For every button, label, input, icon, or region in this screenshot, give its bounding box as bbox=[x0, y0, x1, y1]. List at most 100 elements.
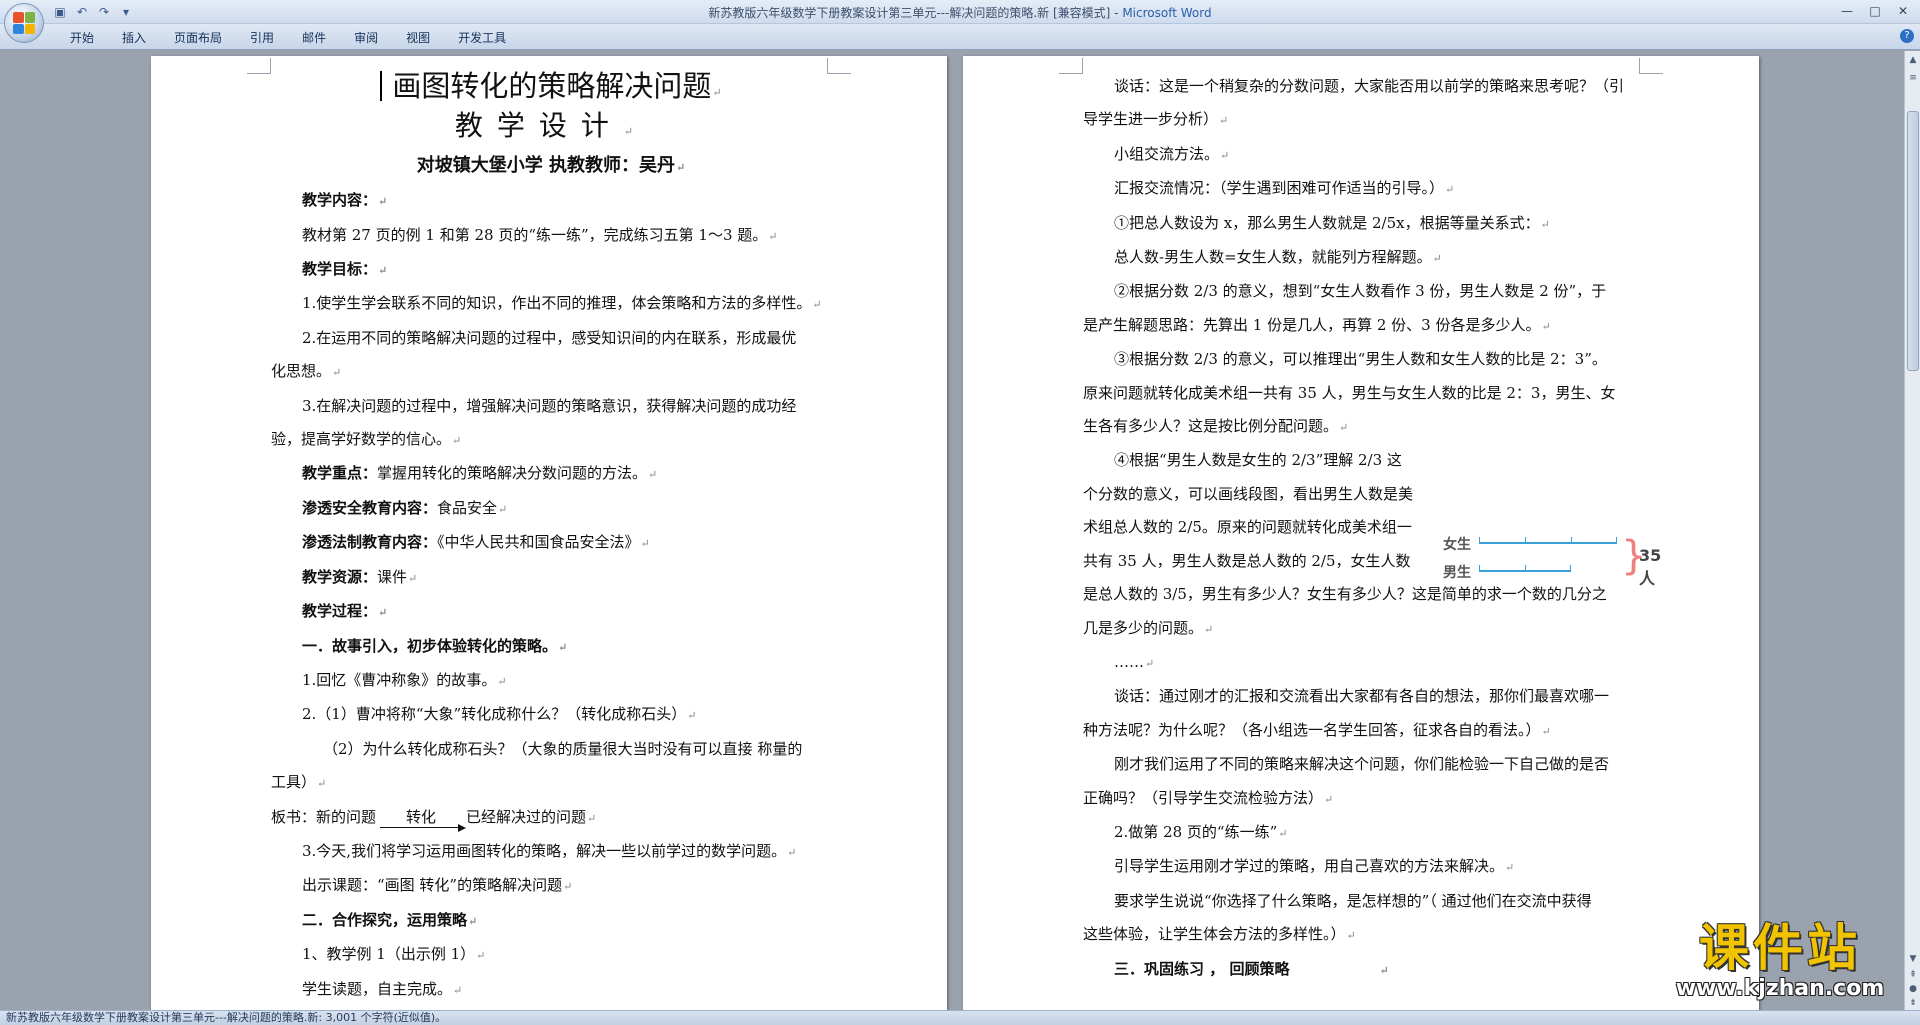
paragraph-text: ④根据“男生人数是女生的 2/3”理解 2/3 这 bbox=[1114, 451, 1402, 470]
paragraph: 刚才我们运用了不同的策略来解决这个问题，你们能检验一下自己做的是否 bbox=[1083, 748, 1643, 781]
document-workspace[interactable]: 画图转化的策略解决问题↵ 教学设计↵ 对坡镇大堡小学 执教教师：吴丹↵ 教学内容… bbox=[0, 51, 1904, 1010]
paragraph: 出示课题：“画图 转化”的策略解决问题↵ bbox=[302, 876, 573, 895]
paragraph-text: 2.在运用不同的策略解决问题的过程中，感受知识间的内在联系，形成最优 bbox=[302, 328, 797, 347]
browse-object-icon[interactable]: ● bbox=[1906, 982, 1920, 996]
doc-author-line: 对坡镇大堡小学 执教教师：吴丹↵ bbox=[416, 154, 686, 176]
margin-corner-mark bbox=[247, 58, 271, 74]
paragraph: 化思想。↵ bbox=[271, 362, 342, 381]
paragraph: ③根据分数 2/3 的意义，可以推理出“男生人数和女生人数的比是 2：3”。 bbox=[1083, 343, 1643, 376]
paragraph-text: 谈话：通过刚才的汇报和交流看出大家都有各自的想法，那你们最喜欢哪一 bbox=[1114, 687, 1610, 706]
paragraph-text: 食品安全 bbox=[437, 498, 498, 517]
minimize-button[interactable]: — bbox=[1834, 2, 1860, 20]
paragraph-text: 生各有多少人？这是按比例分配问题。 bbox=[1083, 417, 1339, 436]
section-heading-text: 二．合作探究，运用策略 bbox=[302, 910, 468, 929]
paragraph-text: 是产生解题思路：先算出 1 份是几人，再算 2 份、3 份各是多少人。 bbox=[1083, 315, 1541, 334]
paragraph: 学生读题，自主完成。↵ bbox=[302, 979, 463, 998]
vertical-scrollbar[interactable]: ▲ ≡ ▼ ⇞ ● ⇟ bbox=[1904, 51, 1920, 1010]
scroll-thumb[interactable] bbox=[1907, 111, 1919, 371]
paragraph-text: 3.今天,我们将学习运用画图转化的策略，解决一些以前学过的数学问题。 bbox=[302, 841, 787, 860]
paragraph: 渗透法制教育内容：《中华人民共和国食品安全法》↵ bbox=[302, 533, 650, 552]
paragraph: 2.做第 28 页的“练一练”↵ bbox=[1114, 822, 1288, 841]
doc-subtitle-text: 教学设计 bbox=[454, 109, 623, 143]
paragraph: 工具）↵ bbox=[271, 773, 327, 792]
paragraph: 是产生解题思路：先算出 1 份是几人，再算 2 份、3 份各是多少人。↵ bbox=[1083, 315, 1551, 334]
paragraph: ④根据“男生人数是女生的 2/3”理解 2/3 这 bbox=[1083, 444, 1643, 477]
tab-references[interactable]: 引用 bbox=[236, 29, 288, 47]
paragraph: 1.使学生学会联系不同的知识，作出不同的推理，体会策略和方法的多样性。↵ bbox=[302, 294, 822, 313]
tab-view[interactable]: 视图 bbox=[392, 29, 444, 47]
paragraph-text: 3.在解决问题的过程中，增强解决问题的策略意识，获得解决问题的成功经 bbox=[302, 396, 797, 415]
tab-page-layout[interactable]: 页面布局 bbox=[160, 29, 236, 47]
scroll-down-icon[interactable]: ▼ bbox=[1906, 952, 1920, 966]
paragraph: 教材第 27 页的例 1 和第 28 页的“练一练”，完成练习五第 1～3 题。… bbox=[302, 225, 778, 244]
title-bar: ▣ ↶ ↷ ▾ 新苏教版六年级数学下册教案设计第三单元---解决问题的策略.新 … bbox=[0, 0, 1920, 43]
next-page-icon[interactable]: ⇟ bbox=[1906, 996, 1920, 1010]
paragraph-text: 学生读题，自主完成。 bbox=[302, 979, 453, 998]
paragraph-text: 术组总人数的 2/5。原来的问题就转化成美术组一 bbox=[1083, 518, 1412, 537]
paragraph-text: 正确吗？（引导学生交流检验方法） bbox=[1083, 788, 1324, 807]
paragraph-text: …… bbox=[1114, 652, 1144, 671]
paragraph-text: 小组交流方法。 bbox=[1114, 144, 1220, 163]
paragraph-text: 化思想。 bbox=[271, 362, 332, 381]
paragraph-text: 原来问题就转化成美术组一共有 35 人，男生与女生人数的比是 2：3，男生、女 bbox=[1083, 383, 1616, 402]
office-button[interactable] bbox=[4, 3, 44, 43]
help-icon[interactable]: ? bbox=[1900, 29, 1914, 43]
label-text: 渗透法制教育内容： bbox=[302, 533, 438, 552]
office-logo-icon bbox=[13, 12, 35, 34]
tab-developer[interactable]: 开发工具 bbox=[444, 29, 520, 47]
paragraph-text: ①把总人数设为 x，那么男生人数就是 2/5x，根据等量关系式： bbox=[1114, 213, 1540, 232]
total-label: 35 人 bbox=[1639, 546, 1662, 588]
scroll-up-icon[interactable]: ▲ bbox=[1906, 53, 1920, 67]
label-text: 渗透安全教育内容： bbox=[302, 498, 438, 517]
left-page-text: 画图转化的策略解决问题↵ 教学设计↵ 对坡镇大堡小学 执教教师：吴丹↵ 教学内容… bbox=[271, 69, 831, 1007]
paragraph: 谈话：通过刚才的汇报和交流看出大家都有各自的想法，那你们最喜欢哪一 bbox=[1083, 680, 1643, 713]
paragraph-text: 要求学生说说“你选择了什么策略，是怎样想的”（ 通过他们在交流中获得 bbox=[1114, 891, 1592, 910]
paragraph-text: 教学内容： bbox=[302, 191, 378, 210]
tab-home[interactable]: 开始 bbox=[56, 29, 108, 47]
boys-segment bbox=[1479, 565, 1571, 572]
paragraph-text: 总人数-男生人数=女生人数，就能列方程解题。 bbox=[1114, 248, 1432, 267]
label-text: 教学重点： bbox=[302, 464, 378, 483]
paragraph-text: 这些体验，让学生体会方法的多样性。） bbox=[1083, 925, 1346, 944]
tab-mailings[interactable]: 邮件 bbox=[288, 29, 340, 47]
right-page-text: 谈话：这是一个稍复杂的分数问题，大家能否用以前学的策略来思考呢？（引 导学生进一… bbox=[1083, 70, 1643, 987]
paragraph-text: ③根据分数 2/3 的意义，可以推理出“男生人数和女生人数的比是 2：3”。 bbox=[1114, 350, 1607, 369]
author-line-text: 对坡镇大堡小学 执教教师：吴丹 bbox=[416, 154, 676, 176]
paragraph: 教学重点：掌握用转化的策略解决分数问题的方法。↵ bbox=[302, 464, 658, 483]
paragraph-text: 谈话：这是一个稍复杂的分数问题，大家能否用以前学的策略来思考呢？（引 bbox=[1114, 77, 1625, 95]
paragraph: 汇报交流情况：（学生遇到困难可作适当的引导。）↵ bbox=[1114, 179, 1455, 198]
section-heading: 二．合作探究，运用策略↵ bbox=[302, 910, 478, 929]
paragraph-text: 引导学生运用刚才学过的策略，用自己喜欢的方法来解决。 bbox=[1114, 857, 1505, 876]
paragraph: 正确吗？（引导学生交流检验方法）↵ bbox=[1083, 788, 1334, 807]
paragraph: 2.（1）曹冲将称“大象”转化成称什么？（转化成称石头）↵ bbox=[302, 705, 697, 724]
watermark-name: 课件站 bbox=[1699, 919, 1861, 977]
paragraph-text: 课件 bbox=[377, 567, 408, 586]
paragraph-text: 导学生进一步分析） bbox=[1083, 110, 1219, 129]
section-heading: 三．巩固练习 ， 回顾策略 ↵ bbox=[1114, 959, 1389, 978]
ruler-toggle-icon[interactable]: ≡ bbox=[1906, 71, 1920, 85]
paragraph: 教学目标：↵ bbox=[302, 260, 388, 279]
app-name: Microsoft Word bbox=[1122, 6, 1212, 20]
close-button[interactable]: ✕ bbox=[1890, 2, 1916, 20]
margin-corner-mark bbox=[1059, 58, 1083, 74]
paragraph: 要求学生说说“你选择了什么策略，是怎样想的”（ 通过他们在交流中获得 bbox=[1083, 885, 1643, 918]
paragraph-text: 工具） bbox=[271, 773, 317, 792]
page-right[interactable]: 谈话：这是一个稍复杂的分数问题，大家能否用以前学的策略来思考呢？（引 导学生进一… bbox=[963, 56, 1759, 1010]
maximize-button[interactable]: □ bbox=[1862, 2, 1888, 20]
section-heading-text: 一．故事引入，初步体验转化的策略。 bbox=[302, 636, 558, 655]
text-cursor bbox=[380, 71, 383, 101]
site-watermark: 课件站 www.kjzhan.com bbox=[1660, 920, 1900, 1002]
paragraph-text: ②根据分数 2/3 的意义，想到“女生人数看作 3 份，男生人数是 2 份”，于 bbox=[1114, 282, 1607, 301]
paragraph: 种方法呢？为什么呢？（各小组选一名学生回答，征求各自的看法。）↵ bbox=[1083, 720, 1551, 739]
previous-page-icon[interactable]: ⇞ bbox=[1906, 968, 1920, 982]
paragraph: 1、教学例 1（出示例 1）↵ bbox=[302, 945, 486, 964]
tab-insert[interactable]: 插入 bbox=[108, 29, 160, 47]
boys-label: 男生 bbox=[1443, 565, 1471, 581]
page-left[interactable]: 画图转化的策略解决问题↵ 教学设计↵ 对坡镇大堡小学 执教教师：吴丹↵ 教学内容… bbox=[151, 56, 947, 1010]
paragraph: 教学内容：↵ bbox=[302, 191, 388, 210]
doc-title: 画图转化的策略解决问题↵ bbox=[271, 69, 831, 109]
tab-review[interactable]: 审阅 bbox=[340, 29, 392, 47]
paragraph-text: 出示课题：“画图 转化”的策略解决问题 bbox=[302, 876, 563, 895]
paragraph: 总人数-男生人数=女生人数，就能列方程解题。↵ bbox=[1114, 248, 1442, 267]
paragraph: ……↵ bbox=[1114, 652, 1155, 671]
